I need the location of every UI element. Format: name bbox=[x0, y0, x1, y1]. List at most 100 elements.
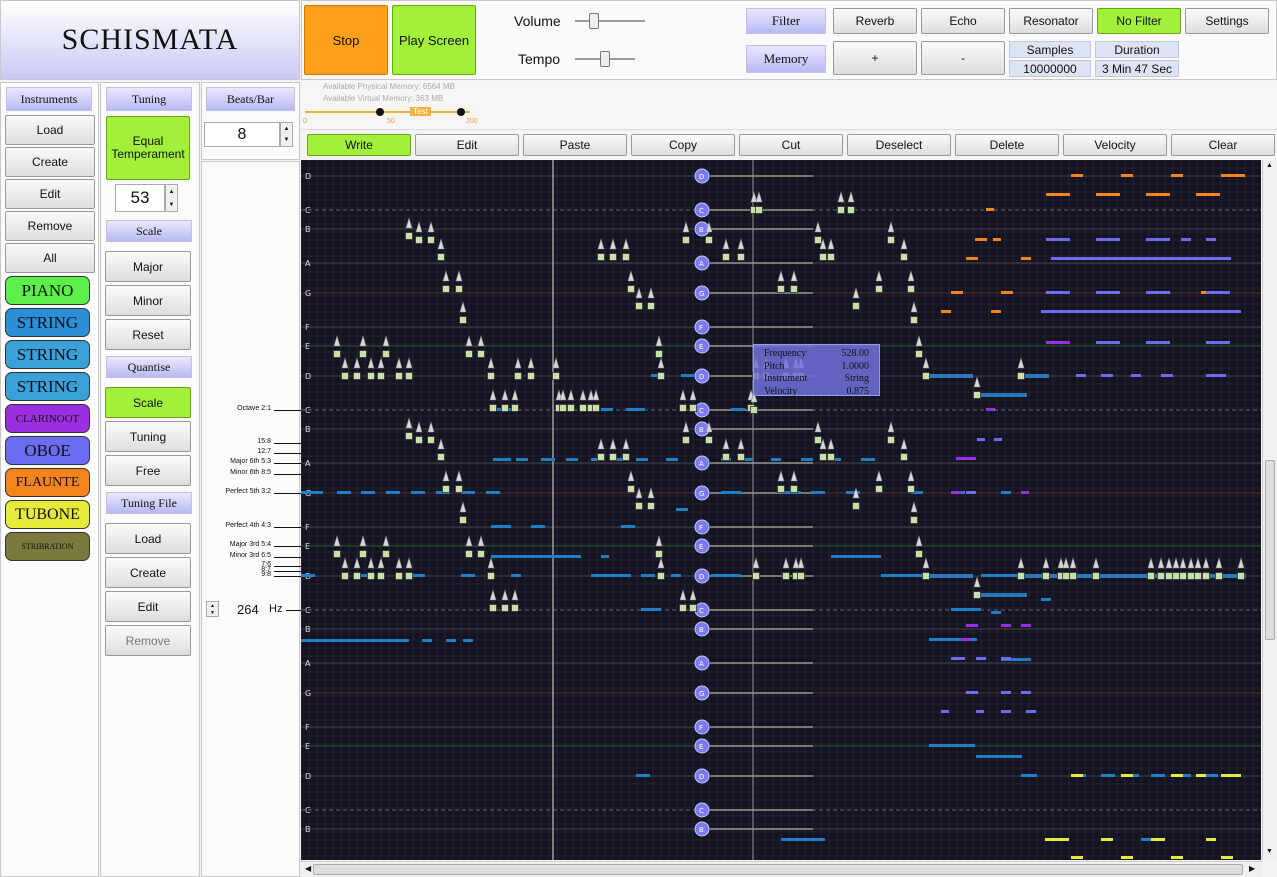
oboe-note-bar bbox=[977, 438, 985, 441]
interval-ratio-label: Major 3rd 5:4 bbox=[229, 541, 271, 548]
piano-note-head bbox=[477, 350, 485, 358]
play-screen-button[interactable]: Play Screen bbox=[392, 5, 476, 75]
quantise-free-button[interactable]: Free bbox=[105, 455, 191, 486]
volume-slider[interactable] bbox=[575, 10, 645, 32]
string-note-bar bbox=[486, 491, 500, 494]
spin-down-icon[interactable]: ▼ bbox=[169, 202, 175, 208]
tuning-file-create-button[interactable]: Create bbox=[105, 557, 191, 588]
instrument-piano-button[interactable]: PIANO bbox=[5, 276, 90, 305]
instrument-flaunte-button[interactable]: FLAUNTE bbox=[5, 468, 90, 497]
tool-cut-button[interactable]: Cut bbox=[739, 134, 843, 156]
settings-button[interactable]: Settings bbox=[1185, 8, 1269, 34]
tool-write-button[interactable]: Write bbox=[307, 134, 411, 156]
resonator-button[interactable]: Resonator bbox=[1009, 8, 1093, 34]
tool-clear-button[interactable]: Clear bbox=[1171, 134, 1275, 156]
piano-note-head bbox=[635, 302, 643, 310]
instrument-clarinoot-button[interactable]: CLARINOOT bbox=[5, 404, 90, 433]
instrument-string-button[interactable]: STRING bbox=[5, 372, 90, 401]
tool-edit-button[interactable]: Edit bbox=[415, 134, 519, 156]
tuning-file-load-button[interactable]: Load bbox=[105, 523, 191, 554]
scale-reset-button[interactable]: Reset bbox=[105, 319, 191, 350]
scroll-left-icon[interactable]: ◀ bbox=[305, 864, 311, 873]
instrument-create-button[interactable]: Create bbox=[5, 147, 95, 177]
pitch-row-letter: D bbox=[305, 772, 311, 781]
piano-note-head bbox=[819, 453, 827, 461]
piano-roll-grid[interactable]: DDCCBBAAGGFFEEDDCCBBAAGGFFEEDDCCBBAAGGFF… bbox=[301, 160, 1261, 860]
oboe-note-bar bbox=[1206, 291, 1230, 294]
piano-note-head bbox=[875, 485, 883, 493]
spin-up-icon[interactable]: ▲ bbox=[210, 603, 215, 609]
vertical-scrollbar[interactable]: ▲ ▼ bbox=[1262, 160, 1277, 860]
beats-spinner[interactable]: ▲ ▼ bbox=[280, 122, 293, 147]
string-note-bar bbox=[541, 458, 555, 461]
vertical-scroll-thumb[interactable] bbox=[1265, 460, 1275, 640]
pitch-marker-letter: D bbox=[699, 173, 704, 181]
stop-button[interactable]: Stop bbox=[304, 5, 388, 75]
oboe-note-bar bbox=[1041, 310, 1241, 313]
tempo-thumb[interactable] bbox=[600, 51, 610, 67]
beats-input[interactable]: 8 bbox=[204, 122, 280, 147]
instrument-oboe-button[interactable]: OBOE bbox=[5, 436, 90, 465]
tool-copy-button[interactable]: Copy bbox=[631, 134, 735, 156]
piano-note-head bbox=[405, 432, 413, 440]
instrument-edit-button[interactable]: Edit bbox=[5, 179, 95, 209]
instrument-remove-button[interactable]: Remove bbox=[5, 211, 95, 241]
tuning-file-remove-button[interactable]: Remove bbox=[105, 625, 191, 656]
piano-note-head bbox=[455, 285, 463, 293]
memory-tick-right: 200 bbox=[466, 118, 478, 125]
scroll-right-icon[interactable]: ▶ bbox=[1249, 864, 1255, 873]
tool-delete-button[interactable]: Delete bbox=[955, 134, 1059, 156]
tool-deselect-button[interactable]: Deselect bbox=[847, 134, 951, 156]
memory-meter-dot[interactable] bbox=[376, 108, 384, 116]
divisions-spinner[interactable]: ▲ ▼ bbox=[165, 184, 178, 212]
spin-up-icon[interactable]: ▲ bbox=[284, 126, 290, 132]
reverb-button[interactable]: Reverb bbox=[833, 8, 917, 34]
spin-down-icon[interactable]: ▼ bbox=[210, 610, 215, 616]
scale-minor-button[interactable]: Minor bbox=[105, 285, 191, 316]
memory-plus-button[interactable]: + bbox=[833, 41, 917, 75]
quantise-scale-button[interactable]: Scale bbox=[105, 387, 191, 418]
divisions-input[interactable]: 53 bbox=[115, 184, 165, 212]
horizontal-scrollbar[interactable]: ◀ ▶ bbox=[301, 861, 1262, 877]
filter-button[interactable]: Filter bbox=[746, 8, 826, 34]
tooltip-row: Pitch 1.0000 bbox=[764, 361, 869, 374]
tool-velocity-button[interactable]: Velocity bbox=[1063, 134, 1167, 156]
tool-paste-button[interactable]: Paste bbox=[523, 134, 627, 156]
no-filter-button[interactable]: No Filter bbox=[1097, 8, 1181, 34]
string-note-bar bbox=[531, 525, 545, 528]
tempo-slider[interactable] bbox=[575, 48, 635, 70]
spin-down-icon[interactable]: ▼ bbox=[284, 137, 290, 143]
piano-note-head bbox=[627, 485, 635, 493]
virtual-memory-label: Available Virtual Memory: 363 MB bbox=[323, 94, 444, 103]
tubone-note-bar bbox=[1045, 838, 1069, 841]
pitch-marker-letter: B bbox=[699, 226, 704, 234]
scale-major-button[interactable]: Major bbox=[105, 251, 191, 282]
scroll-down-icon[interactable]: ▼ bbox=[1266, 848, 1273, 855]
instrument-load-button[interactable]: Load bbox=[5, 115, 95, 145]
horizontal-scroll-thumb[interactable] bbox=[313, 864, 1243, 875]
piano-roll-canvas[interactable]: DDCCBBAAGGFFEEDDCCBBAAGGFFEEDDCCBBAAGGFF… bbox=[301, 160, 1261, 860]
memory-meter-dot[interactable] bbox=[457, 108, 465, 116]
volume-thumb[interactable] bbox=[589, 13, 599, 29]
instrument-string-button[interactable]: STRING bbox=[5, 340, 90, 369]
scroll-up-icon[interactable]: ▲ bbox=[1266, 162, 1273, 169]
base-freq-spinner[interactable]: ▲ ▼ bbox=[206, 601, 219, 617]
instrument-all-button[interactable]: All bbox=[5, 243, 95, 273]
tubone-note-bar bbox=[1071, 856, 1083, 859]
tooltip-row: Instrument String bbox=[764, 373, 869, 386]
instrument-stribration-button[interactable]: STRIBRATION bbox=[5, 532, 90, 561]
equal-temperament-button[interactable]: Equal Temperament bbox=[106, 116, 190, 180]
pitch-marker-letter: A bbox=[699, 660, 704, 668]
echo-button[interactable]: Echo bbox=[921, 8, 1005, 34]
memory-button[interactable]: Memory bbox=[746, 45, 826, 73]
tubone-note-bar bbox=[1121, 774, 1133, 777]
base-freq-value[interactable]: 264 bbox=[237, 602, 259, 617]
instrument-tubone-button[interactable]: TUBONE bbox=[5, 500, 90, 529]
note-velocity-icon bbox=[973, 575, 981, 588]
quantise-tuning-button[interactable]: Tuning bbox=[105, 421, 191, 452]
flaunte-note-bar bbox=[1146, 193, 1170, 196]
instrument-string-button[interactable]: STRING bbox=[5, 308, 90, 337]
tuning-file-edit-button[interactable]: Edit bbox=[105, 591, 191, 622]
spin-up-icon[interactable]: ▲ bbox=[169, 189, 175, 195]
memory-minus-button[interactable]: - bbox=[921, 41, 1005, 75]
